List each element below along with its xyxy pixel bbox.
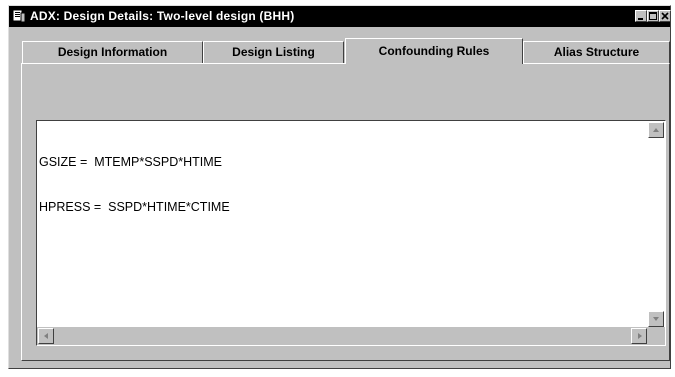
arrow-left-icon (44, 333, 48, 339)
arrow-up-icon (653, 128, 659, 132)
scrollbar-corner (647, 327, 665, 345)
confounding-rules-text-area[interactable]: GSIZE = MTEMP*SSPD*HTIME HPRESS = SSPD*H… (36, 120, 666, 346)
design-details-window: ADX: Design Details: Two-level design (B… (8, 5, 671, 369)
tab-confounding-rules[interactable]: Confounding Rules (345, 38, 523, 64)
maximize-icon (649, 12, 657, 20)
vertical-scrollbar[interactable] (647, 121, 665, 327)
arrow-down-icon (653, 317, 659, 321)
tab-design-listing[interactable]: Design Listing (203, 41, 344, 63)
tab-label: Confounding Rules (378, 44, 490, 58)
tab-alias-structure[interactable]: Alias Structure (523, 41, 670, 63)
minimize-icon (638, 18, 643, 20)
maximize-button[interactable] (647, 10, 659, 22)
title-bar[interactable]: ADX: Design Details: Two-level design (B… (9, 6, 671, 27)
rule-line: GSIZE = MTEMP*SSPD*HTIME (39, 155, 223, 169)
dialog-window-icon[interactable] (12, 9, 26, 23)
rule-line: HPRESS = SSPD*HTIME*CTIME (39, 200, 230, 214)
close-button[interactable] (659, 10, 671, 22)
horizontal-scrollbar[interactable] (37, 327, 647, 345)
scroll-left-button[interactable] (38, 328, 54, 344)
close-icon (661, 12, 669, 20)
tab-label: Design Information (57, 45, 168, 59)
tab-label: Design Listing (232, 45, 315, 59)
scroll-right-button[interactable] (631, 328, 647, 344)
arrow-right-icon (638, 333, 642, 339)
minimize-button[interactable] (635, 10, 647, 22)
scroll-up-button[interactable] (648, 122, 664, 138)
window-title: ADX: Design Details: Two-level design (B… (30, 9, 295, 23)
tab-design-information[interactable]: Design Information (22, 41, 203, 63)
tab-label: Alias Structure (553, 45, 640, 59)
scroll-down-button[interactable] (648, 311, 664, 327)
confounding-rules-text[interactable]: GSIZE = MTEMP*SSPD*HTIME HPRESS = SSPD*H… (39, 125, 633, 245)
